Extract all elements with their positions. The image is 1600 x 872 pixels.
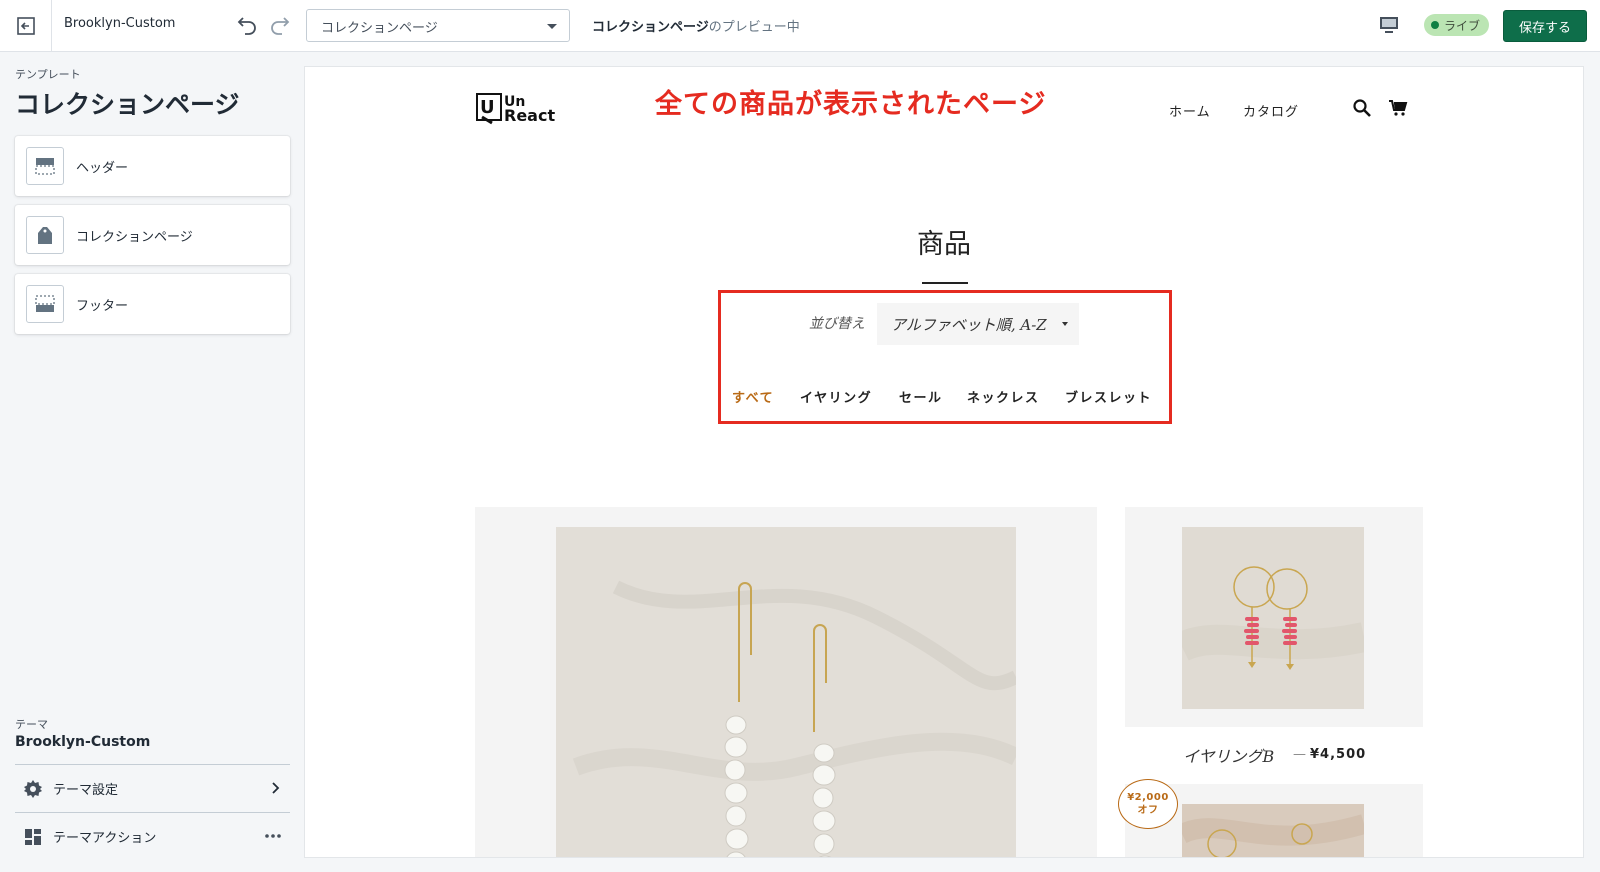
tag-filter-earrings[interactable]: イヤリング: [800, 387, 872, 406]
cart-icon[interactable]: [1388, 99, 1408, 117]
gear-icon: [24, 779, 42, 798]
desktop-icon[interactable]: [1378, 14, 1400, 36]
store-logo[interactable]: U Un React: [476, 93, 560, 129]
preview-template-name: コレクションページ: [592, 20, 709, 35]
theme-settings-row[interactable]: テーマ設定: [15, 764, 290, 812]
exit-icon: [16, 16, 35, 35]
store-preview-frame: U Un React 全ての商品が表示されたページ ホーム カタログ 商品 並び…: [305, 67, 1583, 857]
product-image-sale: [1182, 804, 1364, 857]
sidebar-caption: テンプレート: [15, 68, 81, 81]
live-status-badge: ライブ: [1424, 14, 1490, 36]
live-badge-label: ライブ: [1444, 18, 1481, 33]
product-price: ¥4,500: [1310, 747, 1367, 762]
chevron-down-icon: [1062, 322, 1068, 326]
sidebar-theme-name: Brooklyn-Custom: [15, 734, 151, 750]
footer-section-icon: [26, 285, 64, 323]
exit-editor-button[interactable]: [0, 0, 52, 51]
product-title[interactable]: イヤリングB: [1183, 743, 1274, 767]
annotation-title: 全ての商品が表示されたページ: [655, 89, 1047, 120]
save-button[interactable]: 保存する: [1503, 10, 1587, 42]
search-icon[interactable]: [1352, 98, 1372, 118]
title-divider: [922, 282, 968, 284]
collection-title: 商品: [917, 229, 971, 260]
preview-status-suffix: のプレビュー中: [708, 20, 800, 35]
section-footer-label: フッター: [76, 298, 129, 314]
tag-icon: [26, 216, 64, 254]
redo-icon[interactable]: [268, 13, 292, 37]
chevron-down-icon: [547, 24, 557, 29]
template-select[interactable]: コレクションページ: [306, 9, 570, 42]
theme-settings-label: テーマ設定: [53, 783, 119, 798]
logo-line2: React: [504, 106, 555, 125]
sidebar-title: コレクションページ: [15, 90, 240, 119]
product-card-earring-b[interactable]: [1125, 507, 1423, 727]
header-section-icon: [26, 147, 64, 185]
sort-select[interactable]: アルファベット順, A-Z: [877, 303, 1079, 345]
tag-filter-bracelet[interactable]: ブレスレット: [1065, 387, 1152, 406]
sort-select-value: アルファベット順, A-Z: [891, 316, 1047, 334]
nav-link-catalog[interactable]: カタログ: [1243, 101, 1299, 120]
editor-sidebar: テンプレート コレクションページ ヘッダー コレクションページ フッター テーマ…: [0, 52, 298, 872]
sale-badge-amount: ¥2,000: [1127, 792, 1169, 803]
theme-actions-icon: [25, 828, 41, 845]
section-footer[interactable]: フッター: [15, 274, 290, 334]
product-image-earring-b: [1182, 527, 1364, 709]
tag-filter-sale[interactable]: セール: [899, 387, 943, 406]
sale-badge: ¥2,000 オフ: [1118, 779, 1178, 829]
theme-actions-row[interactable]: テーマアクション: [15, 812, 290, 860]
theme-caption: テーマ: [15, 718, 48, 731]
section-collection-page[interactable]: コレクションページ: [15, 205, 290, 265]
chevron-right-icon: [272, 782, 280, 794]
section-collection-label: コレクションページ: [76, 229, 193, 245]
live-dot-icon: [1431, 21, 1439, 29]
nav-link-home[interactable]: ホーム: [1169, 101, 1211, 120]
section-header[interactable]: ヘッダー: [15, 136, 290, 196]
editor-topbar: Brooklyn-Custom コレクションページ コレクションページのプレビュ…: [0, 0, 1600, 52]
sort-label: 並び替え: [809, 316, 865, 332]
logo-letter: U: [480, 97, 495, 118]
preview-status: コレクションページのプレビュー中: [592, 16, 800, 35]
tag-filter-all[interactable]: すべて: [732, 387, 774, 406]
template-select-value: コレクションページ: [321, 21, 438, 36]
price-separator: —: [1293, 747, 1306, 762]
undo-icon[interactable]: [235, 13, 259, 37]
theme-actions-label: テーマアクション: [53, 831, 157, 846]
more-horizontal-icon[interactable]: [264, 829, 282, 843]
theme-name: Brooklyn-Custom: [64, 16, 176, 31]
sale-badge-suffix: オフ: [1137, 805, 1159, 816]
product-card-featured[interactable]: [475, 507, 1097, 857]
product-image-pearl-earrings: [556, 527, 1016, 857]
tag-filter-necklace[interactable]: ネックレス: [967, 387, 1040, 406]
section-header-label: ヘッダー: [76, 160, 129, 176]
